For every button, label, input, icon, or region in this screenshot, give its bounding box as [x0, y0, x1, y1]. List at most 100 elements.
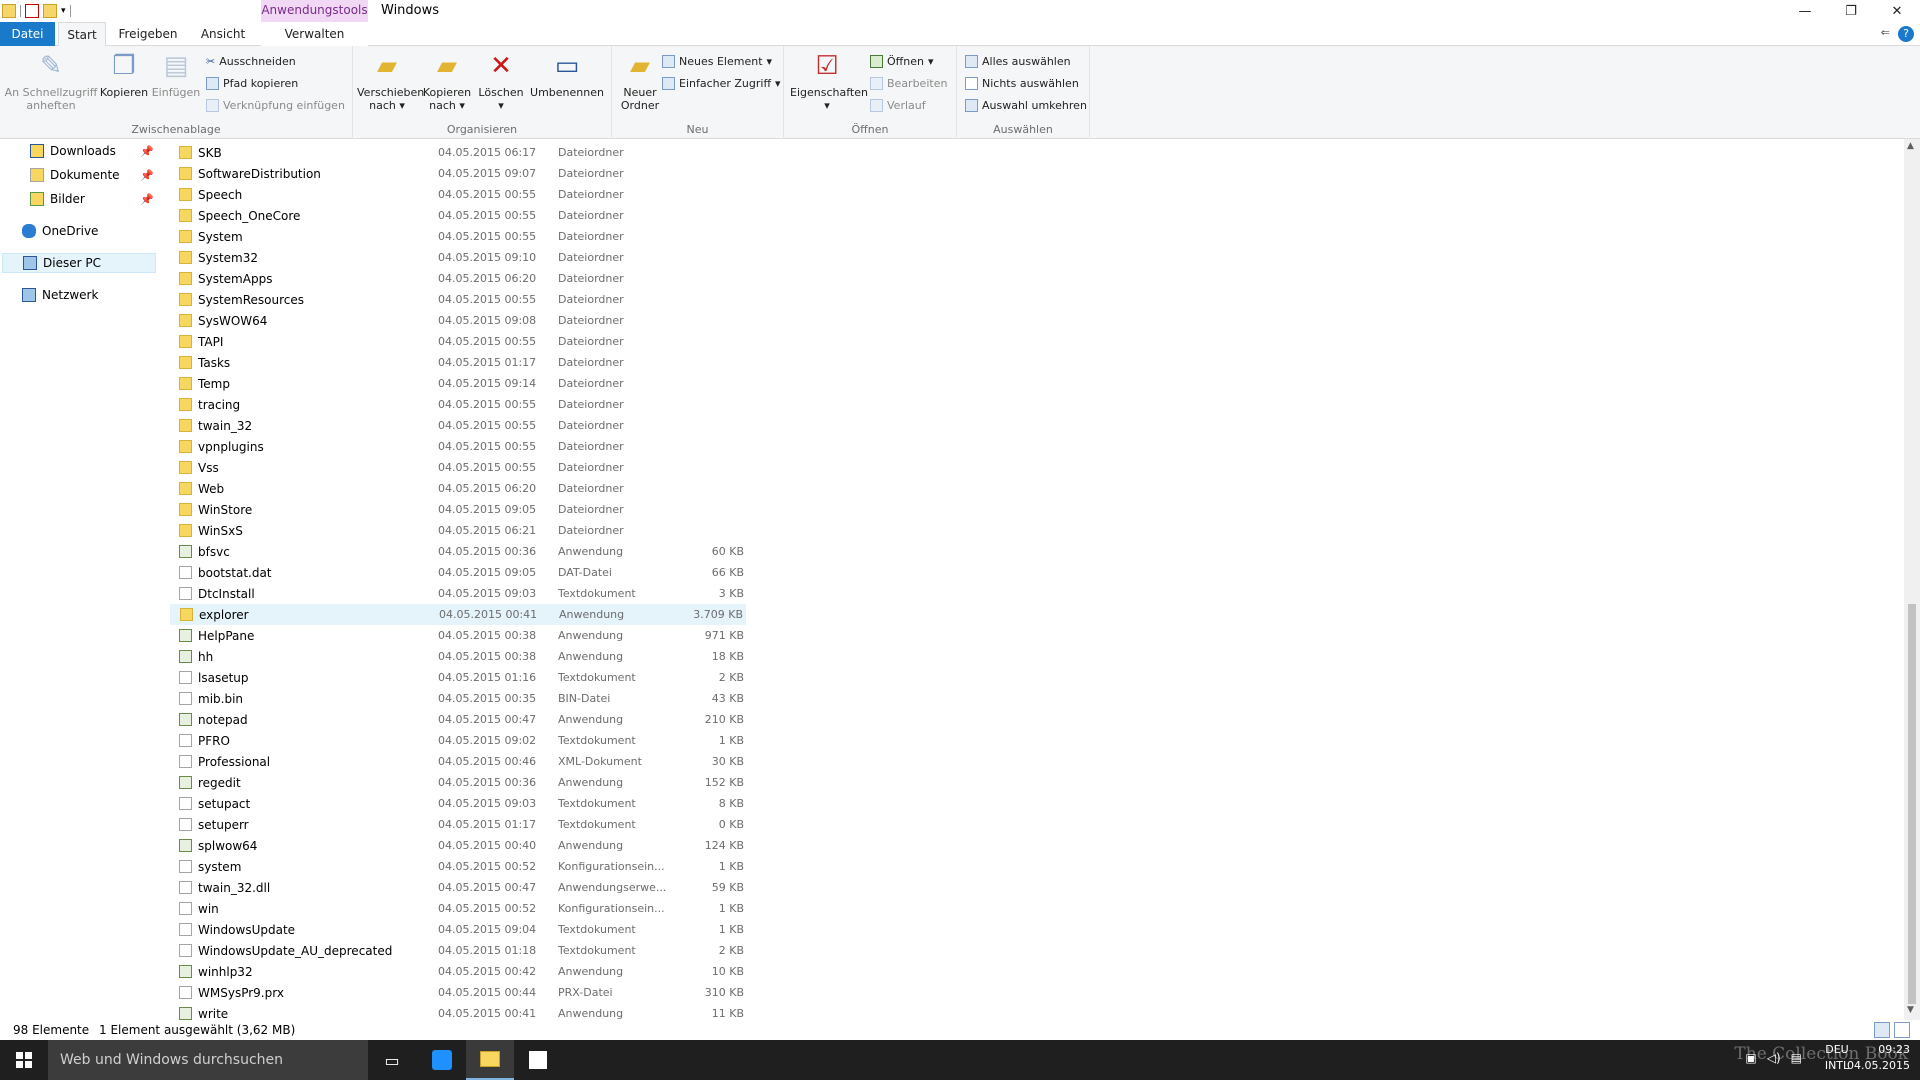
new-folder-button[interactable]: ▰ Neuer Ordner: [616, 50, 664, 113]
language-indicator[interactable]: DEU INTL: [1822, 1042, 1852, 1074]
history-button[interactable]: Verlauf: [870, 96, 926, 114]
table-row[interactable]: HelpPane 04.05.2015 00:38 Anwendung 971 KB: [170, 625, 746, 646]
folder-icon[interactable]: [2, 4, 16, 18]
sidebar-item-onedrive[interactable]: OneDrive: [22, 221, 152, 241]
clock[interactable]: 09:23 04.05.2015: [1847, 1042, 1912, 1074]
table-row[interactable]: win 04.05.2015 00:52 Konfigurationsein... 1…: [170, 898, 746, 919]
table-row[interactable]: System32 04.05.2015 09:10 Dateiordner: [170, 247, 746, 268]
tab-manage[interactable]: Verwalten: [261, 22, 368, 46]
tab-file[interactable]: Datei: [0, 22, 55, 46]
sidebar-item-downloads[interactable]: Downloads 📌: [30, 141, 154, 161]
table-row[interactable]: mib.bin 04.05.2015 00:35 BIN-Datei 43 KB: [170, 688, 746, 709]
new-item-button[interactable]: Neues Element ▾: [662, 52, 772, 70]
table-row[interactable]: Speech_OneCore 04.05.2015 00:55 Dateiordne…: [170, 205, 746, 226]
table-row[interactable]: regedit 04.05.2015 00:36 Anwendung 152 KB: [170, 772, 746, 793]
network-icon[interactable]: ▣: [1745, 1050, 1756, 1066]
table-row[interactable]: SystemApps 04.05.2015 06:20 Dateiordner: [170, 268, 746, 289]
sidebar-item-network[interactable]: Netzwerk: [22, 285, 152, 305]
copy-button[interactable]: ❐ Kopieren: [98, 50, 150, 100]
table-row[interactable]: setuperr 04.05.2015 01:17 Textdokument 0 KB: [170, 814, 746, 835]
vertical-scrollbar[interactable]: ▲ ▼: [1904, 139, 1920, 1020]
table-row[interactable]: WindowsUpdate_AU_deprecated 04.05.2015 01…: [170, 940, 746, 961]
table-row[interactable]: DtcInstall 04.05.2015 09:03 Textdokument 3 …: [170, 583, 746, 604]
table-row[interactable]: SKB 04.05.2015 06:17 Dateiordner: [170, 142, 746, 163]
table-row[interactable]: Web 04.05.2015 06:20 Dateiordner: [170, 478, 746, 499]
table-row[interactable]: vpnplugins 04.05.2015 00:55 Dateiordner: [170, 436, 746, 457]
pin-quick-access-button[interactable]: ✎ An Schnellzugriff anheften: [4, 50, 98, 113]
cut-button[interactable]: ✂ Ausschneiden: [206, 52, 296, 70]
new-folder-icon[interactable]: [43, 4, 57, 18]
table-row[interactable]: SoftwareDistribution 04.05.2015 09:07 Date…: [170, 163, 746, 184]
table-row[interactable]: System 04.05.2015 00:55 Dateiordner: [170, 226, 746, 247]
copy-to-button[interactable]: ▰ Kopieren nach ▾: [421, 50, 473, 113]
properties-icon[interactable]: [25, 4, 39, 18]
table-row[interactable]: write 04.05.2015 00:41 Anwendung 11 KB: [170, 1003, 746, 1020]
pin-icon[interactable]: 📌: [140, 169, 154, 182]
table-row[interactable]: SystemResources 04.05.2015 00:55 Dateiordn…: [170, 289, 746, 310]
table-row[interactable]: SysWOW64 04.05.2015 09:08 Dateiordner: [170, 310, 746, 331]
expand-ribbon-icon[interactable]: ⇐: [1881, 26, 1890, 42]
help-icon[interactable]: ?: [1898, 26, 1914, 42]
invert-selection-button[interactable]: Auswahl umkehren: [965, 96, 1087, 114]
start-button[interactable]: [0, 1040, 48, 1080]
tab-view[interactable]: Ansicht: [190, 22, 256, 46]
table-row[interactable]: bootstat.dat 04.05.2015 09:05 DAT-Datei 66 …: [170, 562, 746, 583]
table-row[interactable]: tracing 04.05.2015 00:55 Dateiordner: [170, 394, 746, 415]
volume-icon[interactable]: ◁): [1767, 1050, 1781, 1066]
paste-shortcut-button[interactable]: Verknüpfung einfügen: [206, 96, 345, 114]
table-row[interactable]: WinSxS 04.05.2015 06:21 Dateiordner: [170, 520, 746, 541]
taskbar-search[interactable]: Web und Windows durchsuchen: [48, 1040, 368, 1080]
tab-start[interactable]: Start: [58, 22, 106, 47]
delete-button[interactable]: ✕ Löschen ▾: [477, 50, 525, 113]
select-none-button[interactable]: Nichts auswählen: [965, 74, 1079, 92]
table-row[interactable]: TAPI 04.05.2015 00:55 Dateiordner: [170, 331, 746, 352]
scroll-up-icon[interactable]: ▲: [1907, 141, 1914, 151]
minimize-button[interactable]: —: [1782, 0, 1828, 22]
table-row[interactable]: PFRO 04.05.2015 09:02 Textdokument 1 KB: [170, 730, 746, 751]
table-row[interactable]: winhlp32 04.05.2015 00:42 Anwendung 10 KB: [170, 961, 746, 982]
browser-icon[interactable]: [418, 1040, 466, 1080]
table-row[interactable]: Tasks 04.05.2015 01:17 Dateiordner: [170, 352, 746, 373]
select-all-button[interactable]: Alles auswählen: [965, 52, 1071, 70]
sidebar-item-pictures[interactable]: Bilder 📌: [30, 189, 154, 209]
scrollbar-thumb[interactable]: [1908, 604, 1916, 1004]
table-row[interactable]: notepad 04.05.2015 00:47 Anwendung 210 KB: [170, 709, 746, 730]
table-row[interactable]: hh 04.05.2015 00:38 Anwendung 18 KB: [170, 646, 746, 667]
sidebar-item-this-pc[interactable]: Dieser PC: [2, 253, 156, 273]
table-row[interactable]: Temp 04.05.2015 09:14 Dateiordner: [170, 373, 746, 394]
maximize-button[interactable]: ❐: [1828, 0, 1874, 22]
paste-button[interactable]: ▤ Einfügen: [150, 50, 202, 100]
pin-icon[interactable]: 📌: [140, 193, 154, 206]
store-icon[interactable]: [514, 1040, 562, 1080]
tab-share[interactable]: Freigeben: [112, 22, 184, 46]
action-center-icon[interactable]: ▤: [1791, 1050, 1802, 1066]
task-view-icon[interactable]: ▭: [368, 1040, 416, 1080]
close-button[interactable]: ✕: [1874, 0, 1920, 22]
sidebar-item-documents[interactable]: Dokumente 📌: [30, 165, 154, 185]
table-row[interactable]: explorer 04.05.2015 00:41 Anwendung 3.709 K…: [170, 604, 746, 625]
table-row[interactable]: system 04.05.2015 00:52 Konfigurationsein.…: [170, 856, 746, 877]
easy-access-button[interactable]: Einfacher Zugriff ▾: [662, 74, 781, 92]
large-icons-view-icon[interactable]: [1894, 1022, 1910, 1038]
pin-icon[interactable]: 📌: [140, 145, 154, 158]
details-view-icon[interactable]: [1874, 1022, 1890, 1038]
scroll-down-icon[interactable]: ▼: [1907, 1005, 1914, 1015]
table-row[interactable]: Speech 04.05.2015 00:55 Dateiordner: [170, 184, 746, 205]
properties-button[interactable]: ☑ Eigenschaften ▾: [790, 50, 868, 113]
file-explorer-icon[interactable]: [466, 1040, 514, 1080]
table-row[interactable]: setupact 04.05.2015 09:03 Textdokument 8 KB: [170, 793, 746, 814]
table-row[interactable]: Professional 04.05.2015 00:46 XML-Dokument…: [170, 751, 746, 772]
copy-path-button[interactable]: Pfad kopieren: [206, 74, 298, 92]
move-to-button[interactable]: ▰ Verschieben nach ▾: [357, 50, 424, 113]
chevron-down-icon[interactable]: ▾: [61, 6, 66, 16]
table-row[interactable]: WinStore 04.05.2015 09:05 Dateiordner: [170, 499, 746, 520]
table-row[interactable]: Vss 04.05.2015 00:55 Dateiordner: [170, 457, 746, 478]
rename-button[interactable]: ▭ Umbenennen: [529, 50, 605, 100]
table-row[interactable]: twain_32 04.05.2015 00:55 Dateiordner: [170, 415, 746, 436]
open-button[interactable]: Öffnen ▾: [870, 52, 933, 70]
table-row[interactable]: bfsvc 04.05.2015 00:36 Anwendung 60 KB: [170, 541, 746, 562]
table-row[interactable]: WindowsUpdate 04.05.2015 09:04 Textdokumen…: [170, 919, 746, 940]
edit-button[interactable]: Bearbeiten: [870, 74, 947, 92]
table-row[interactable]: WMSysPr9.prx 04.05.2015 00:44 PRX-Datei 310…: [170, 982, 746, 1003]
table-row[interactable]: splwow64 04.05.2015 00:40 Anwendung 124 KB: [170, 835, 746, 856]
